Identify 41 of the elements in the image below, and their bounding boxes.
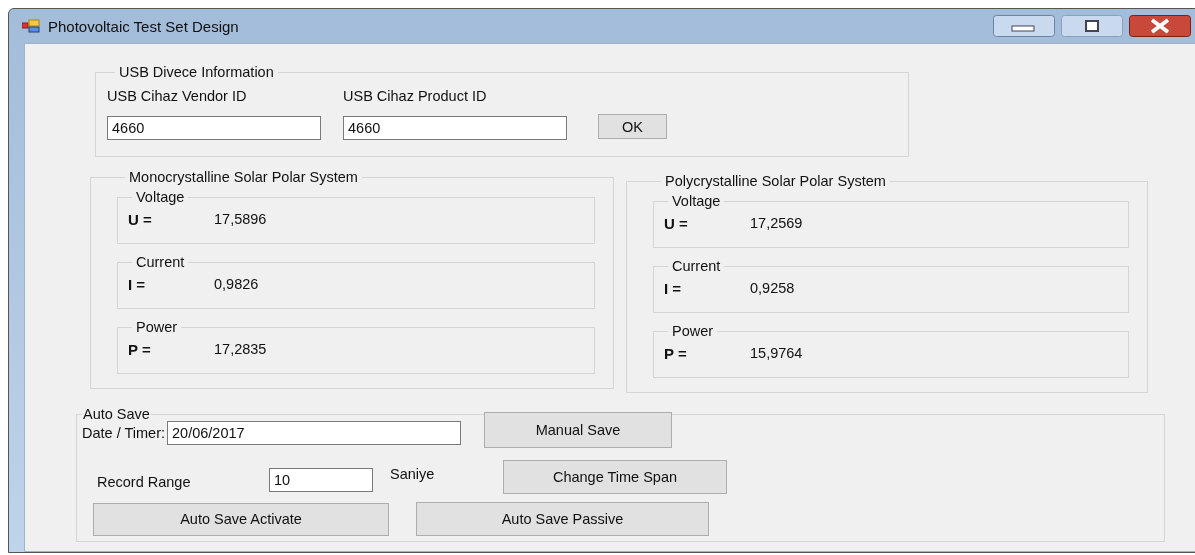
record-range-label: Record Range	[97, 474, 192, 490]
reading-title: Current	[671, 258, 722, 274]
group-title: Polycrystalline Solar Polar System	[664, 173, 887, 189]
reading-title: Voltage	[135, 189, 186, 205]
reading-value: 0,9826	[214, 276, 259, 293]
reading-value: 17,2569	[750, 215, 803, 232]
date-field[interactable]: 20/06/2017	[167, 421, 461, 445]
product-id-field[interactable]: 4660	[343, 116, 567, 140]
symbol-label: I =	[128, 276, 147, 293]
manual-save-button[interactable]: Manual Save	[484, 412, 672, 448]
group-title: Monocrystalline Solar Polar System	[128, 169, 359, 185]
reading-title: Power	[671, 323, 715, 339]
change-time-span-button[interactable]: Change Time Span	[503, 460, 727, 494]
date-label: Date / Timer:	[82, 425, 165, 441]
reading-title: Voltage	[671, 193, 722, 209]
unit-label: Saniye	[390, 466, 436, 482]
reading-value: 0,9258	[750, 280, 795, 297]
app-icon	[22, 19, 40, 33]
record-range-field[interactable]: 10	[269, 468, 373, 492]
window-title: Photovoltaic Test Set Design	[48, 17, 239, 35]
group-title: Auto Save	[82, 407, 151, 421]
group-title: USB Divece Information	[118, 64, 275, 80]
product-id-label: USB Cihaz Product ID	[343, 88, 487, 104]
symbol-label: U =	[128, 211, 153, 228]
auto-save-activate-button[interactable]: Auto Save Activate	[93, 502, 389, 536]
reading-title: Current	[135, 254, 186, 270]
reading-value: 17,5896	[214, 211, 267, 228]
reading-value: 17,2835	[214, 341, 267, 358]
symbol-label: U =	[664, 215, 689, 232]
vendor-id-field[interactable]: 4660	[107, 116, 321, 140]
reading-title: Power	[135, 319, 179, 335]
close-icon[interactable]	[1129, 15, 1191, 37]
auto-save-passive-button[interactable]: Auto Save Passive	[416, 502, 709, 536]
reading-value: 15,9764	[750, 345, 803, 362]
symbol-label: P =	[664, 345, 688, 362]
symbol-label: I =	[664, 280, 683, 297]
minimize-icon[interactable]	[993, 15, 1055, 37]
symbol-label: P =	[128, 341, 152, 358]
vendor-id-label: USB Cihaz Vendor ID	[107, 88, 248, 104]
maximize-icon[interactable]	[1061, 15, 1123, 37]
ok-button[interactable]: OK	[598, 114, 667, 139]
